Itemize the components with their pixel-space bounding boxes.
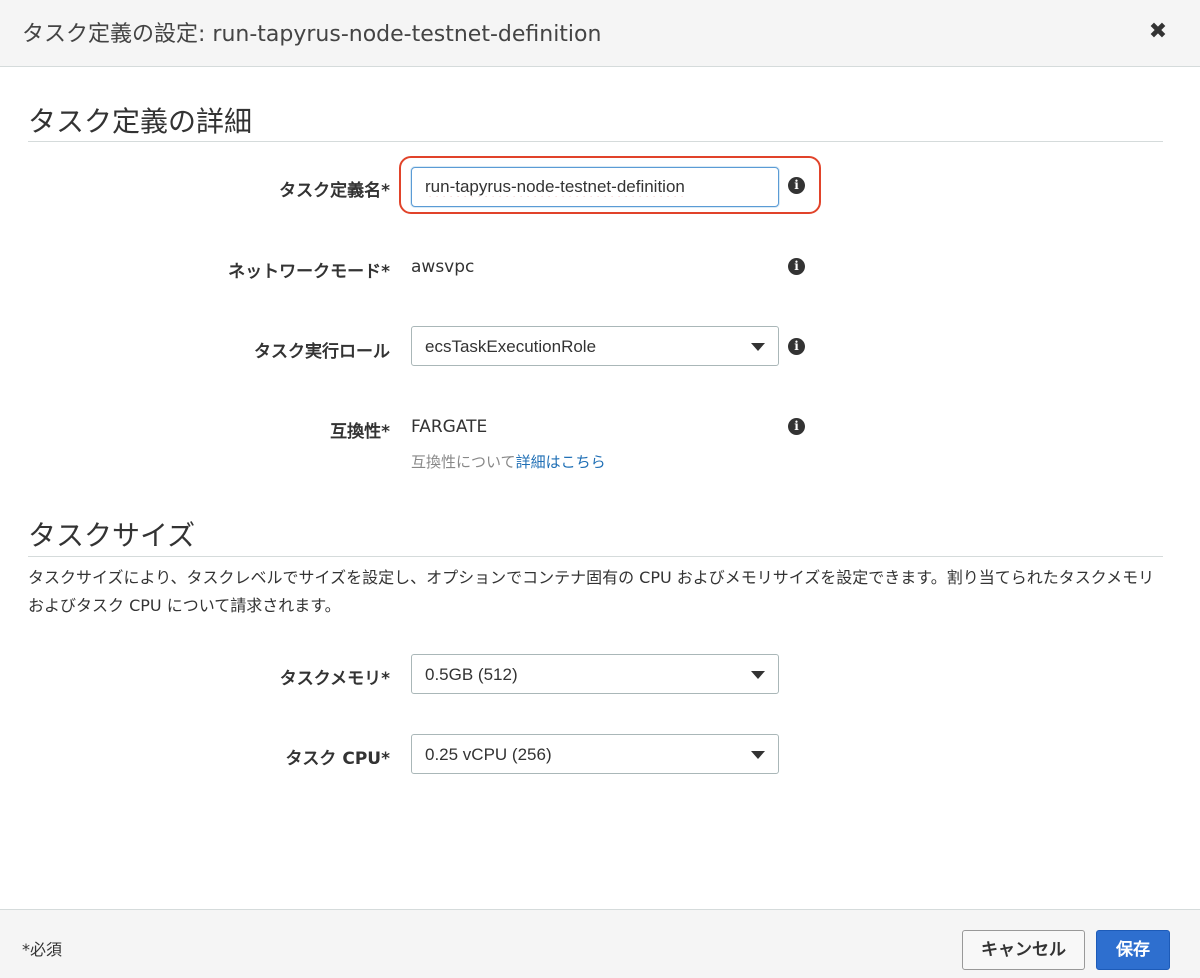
compatibility-value: FARGATE	[411, 417, 488, 437]
caret-down-icon	[751, 751, 765, 759]
info-circle-icon[interactable]: i	[788, 258, 805, 275]
info-circle-icon[interactable]: i	[788, 338, 805, 355]
compatibility-label: 互換性*	[330, 422, 390, 442]
dialog-header: タスク定義の設定: run-tapyrus-node-testnet-defin…	[0, 0, 1200, 67]
cancel-button[interactable]: キャンセル	[962, 930, 1085, 970]
task-size-section-title: タスクサイズ	[28, 519, 196, 552]
save-button[interactable]: 保存	[1096, 930, 1170, 970]
info-circle-icon[interactable]: i	[788, 418, 805, 435]
caret-down-icon	[751, 343, 765, 351]
task-cpu-selected: 0.25 vCPU (256)	[425, 745, 552, 764]
details-section-title: タスク定義の詳細	[28, 105, 253, 138]
info-circle-icon[interactable]: i	[788, 177, 805, 194]
task-execution-role-selected: ecsTaskExecutionRole	[425, 337, 597, 356]
task-size-description: タスクサイズにより、タスクレベルでサイズを設定し、オプションでコンテナ固有の C…	[28, 568, 1155, 615]
network-mode-value: awsvpc	[411, 257, 475, 277]
network-mode-label: ネットワークモード*	[228, 262, 390, 282]
caret-down-icon	[751, 671, 765, 679]
task-cpu-label: タスク CPU*	[285, 749, 390, 769]
task-memory-label: タスクメモリ*	[279, 669, 390, 689]
required-note: *必須	[22, 940, 63, 959]
dialog-footer: *必須 キャンセル 保存	[0, 909, 1200, 978]
learn-more-link[interactable]: 詳細はこちら	[516, 453, 606, 471]
task-cpu-select[interactable]: 0.25 vCPU (256)	[411, 734, 779, 774]
task-memory-select[interactable]: 0.5GB (512)	[411, 654, 779, 694]
task-execution-role-select[interactable]: ecsTaskExecutionRole	[411, 326, 779, 366]
task-definition-name-input[interactable]	[411, 167, 779, 207]
close-icon[interactable]: ✖	[1146, 20, 1170, 44]
task-memory-selected: 0.5GB (512)	[425, 665, 518, 684]
task-execution-role-label: タスク実行ロール	[254, 342, 390, 362]
compatibility-help-text: 互換性について	[411, 453, 516, 471]
dialog-title: タスク定義の設定: run-tapyrus-node-testnet-defin…	[22, 22, 602, 47]
task-definition-name-label: タスク定義名*	[279, 181, 390, 201]
task-size-section-divider	[28, 556, 1163, 557]
compatibility-help: 互換性について詳細はこちら	[411, 451, 606, 472]
details-section-divider	[28, 141, 1163, 142]
